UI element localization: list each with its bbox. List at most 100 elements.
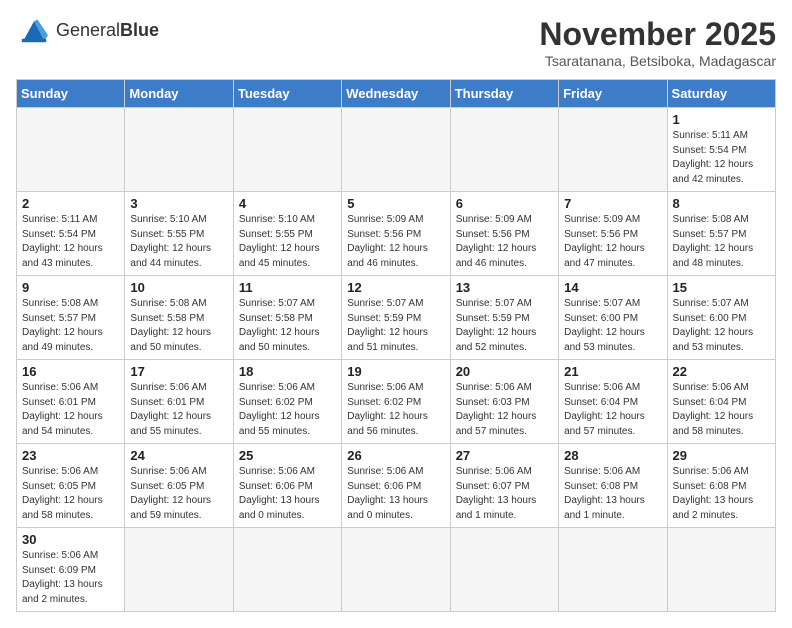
calendar-week-row: 1 Sunrise: 5:11 AM Sunset: 5:54 PM Daylig… bbox=[17, 108, 776, 192]
day-number: 15 bbox=[673, 280, 770, 295]
day-number: 1 bbox=[673, 112, 770, 127]
day-number: 23 bbox=[22, 448, 119, 463]
day-info: Sunrise: 5:06 AM Sunset: 6:08 PM Dayligh… bbox=[564, 465, 661, 523]
calendar-day-cell bbox=[559, 528, 667, 612]
day-info: Sunrise: 5:10 AM Sunset: 5:55 PM Dayligh… bbox=[239, 213, 336, 271]
day-info: Sunrise: 5:06 AM Sunset: 6:02 PM Dayligh… bbox=[239, 381, 336, 439]
logo-text: GeneralBlue bbox=[56, 20, 159, 41]
day-info: Sunrise: 5:10 AM Sunset: 5:55 PM Dayligh… bbox=[130, 213, 227, 271]
day-info: Sunrise: 5:07 AM Sunset: 6:00 PM Dayligh… bbox=[673, 297, 770, 355]
calendar-day-cell: 6 Sunrise: 5:09 AM Sunset: 5:56 PM Daylig… bbox=[450, 192, 558, 276]
location: Tsaratanana, Betsiboka, Madagascar bbox=[539, 53, 776, 69]
day-number: 25 bbox=[239, 448, 336, 463]
calendar-header-row: SundayMondayTuesdayWednesdayThursdayFrid… bbox=[17, 80, 776, 108]
calendar-day-cell: 22 Sunrise: 5:06 AM Sunset: 6:04 PM Dayli… bbox=[667, 360, 775, 444]
calendar-table: SundayMondayTuesdayWednesdayThursdayFrid… bbox=[16, 79, 776, 612]
day-number: 3 bbox=[130, 196, 227, 211]
day-info: Sunrise: 5:06 AM Sunset: 6:05 PM Dayligh… bbox=[130, 465, 227, 523]
calendar-day-cell bbox=[125, 108, 233, 192]
calendar-day-cell: 5 Sunrise: 5:09 AM Sunset: 5:56 PM Daylig… bbox=[342, 192, 450, 276]
calendar-day-cell: 12 Sunrise: 5:07 AM Sunset: 5:59 PM Dayli… bbox=[342, 276, 450, 360]
calendar-day-header: Monday bbox=[125, 80, 233, 108]
day-info: Sunrise: 5:08 AM Sunset: 5:57 PM Dayligh… bbox=[673, 213, 770, 271]
calendar-day-cell bbox=[125, 528, 233, 612]
calendar-day-cell: 21 Sunrise: 5:06 AM Sunset: 6:04 PM Dayli… bbox=[559, 360, 667, 444]
calendar-day-cell: 7Sunrise: 5:09 AM Sunset: 5:56 PM Daylig… bbox=[559, 192, 667, 276]
day-number: 4 bbox=[239, 196, 336, 211]
day-info: Sunrise: 5:08 AM Sunset: 5:58 PM Dayligh… bbox=[130, 297, 227, 355]
day-info: Sunrise: 5:11 AM Sunset: 5:54 PM Dayligh… bbox=[22, 213, 119, 271]
calendar-day-cell: 15 Sunrise: 5:07 AM Sunset: 6:00 PM Dayli… bbox=[667, 276, 775, 360]
calendar-day-cell: 28Sunrise: 5:06 AM Sunset: 6:08 PM Dayli… bbox=[559, 444, 667, 528]
calendar-day-cell bbox=[342, 108, 450, 192]
day-number: 9 bbox=[22, 280, 119, 295]
calendar-day-cell: 14Sunrise: 5:07 AM Sunset: 6:00 PM Dayli… bbox=[559, 276, 667, 360]
day-number: 8 bbox=[673, 196, 770, 211]
calendar-week-row: 30 Sunrise: 5:06 AM Sunset: 6:09 PM Dayli… bbox=[17, 528, 776, 612]
day-number: 20 bbox=[456, 364, 553, 379]
calendar-day-cell: 29Sunrise: 5:06 AM Sunset: 6:08 PM Dayli… bbox=[667, 444, 775, 528]
day-info: Sunrise: 5:09 AM Sunset: 5:56 PM Dayligh… bbox=[347, 213, 444, 271]
day-number: 21 bbox=[564, 364, 661, 379]
day-number: 6 bbox=[456, 196, 553, 211]
calendar-day-cell: 17 Sunrise: 5:06 AM Sunset: 6:01 PM Dayli… bbox=[125, 360, 233, 444]
day-number: 19 bbox=[347, 364, 444, 379]
day-info: Sunrise: 5:09 AM Sunset: 5:56 PM Dayligh… bbox=[564, 213, 661, 271]
day-number: 30 bbox=[22, 532, 119, 547]
calendar-day-cell: 30 Sunrise: 5:06 AM Sunset: 6:09 PM Dayli… bbox=[17, 528, 125, 612]
day-info: Sunrise: 5:06 AM Sunset: 6:03 PM Dayligh… bbox=[456, 381, 553, 439]
calendar-day-cell: 24 Sunrise: 5:06 AM Sunset: 6:05 PM Dayli… bbox=[125, 444, 233, 528]
day-number: 18 bbox=[239, 364, 336, 379]
day-number: 2 bbox=[22, 196, 119, 211]
page-header: GeneralBlue November 2025 Tsaratanana, B… bbox=[16, 16, 776, 69]
calendar-day-cell bbox=[17, 108, 125, 192]
calendar-day-cell: 10 Sunrise: 5:08 AM Sunset: 5:58 PM Dayli… bbox=[125, 276, 233, 360]
calendar-week-row: 2 Sunrise: 5:11 AM Sunset: 5:54 PM Daylig… bbox=[17, 192, 776, 276]
day-info: Sunrise: 5:06 AM Sunset: 6:06 PM Dayligh… bbox=[239, 465, 336, 523]
calendar-day-cell: 26 Sunrise: 5:06 AM Sunset: 6:06 PM Dayli… bbox=[342, 444, 450, 528]
day-number: 22 bbox=[673, 364, 770, 379]
calendar-day-cell bbox=[233, 108, 341, 192]
day-number: 27 bbox=[456, 448, 553, 463]
day-info: Sunrise: 5:06 AM Sunset: 6:08 PM Dayligh… bbox=[673, 465, 770, 523]
calendar-day-cell bbox=[450, 108, 558, 192]
calendar-day-cell bbox=[233, 528, 341, 612]
day-number: 12 bbox=[347, 280, 444, 295]
calendar-day-header: Thursday bbox=[450, 80, 558, 108]
day-number: 17 bbox=[130, 364, 227, 379]
day-info: Sunrise: 5:06 AM Sunset: 6:04 PM Dayligh… bbox=[673, 381, 770, 439]
day-info: Sunrise: 5:06 AM Sunset: 6:05 PM Dayligh… bbox=[22, 465, 119, 523]
calendar-day-header: Wednesday bbox=[342, 80, 450, 108]
day-info: Sunrise: 5:07 AM Sunset: 5:59 PM Dayligh… bbox=[347, 297, 444, 355]
day-info: Sunrise: 5:11 AM Sunset: 5:54 PM Dayligh… bbox=[673, 129, 770, 187]
calendar-day-cell: 1 Sunrise: 5:11 AM Sunset: 5:54 PM Daylig… bbox=[667, 108, 775, 192]
day-number: 26 bbox=[347, 448, 444, 463]
calendar-day-cell: 27 Sunrise: 5:06 AM Sunset: 6:07 PM Dayli… bbox=[450, 444, 558, 528]
calendar-day-cell: 4 Sunrise: 5:10 AM Sunset: 5:55 PM Daylig… bbox=[233, 192, 341, 276]
day-number: 5 bbox=[347, 196, 444, 211]
calendar-week-row: 23 Sunrise: 5:06 AM Sunset: 6:05 PM Dayli… bbox=[17, 444, 776, 528]
day-info: Sunrise: 5:06 AM Sunset: 6:09 PM Dayligh… bbox=[22, 549, 119, 607]
day-info: Sunrise: 5:07 AM Sunset: 5:59 PM Dayligh… bbox=[456, 297, 553, 355]
day-info: Sunrise: 5:06 AM Sunset: 6:04 PM Dayligh… bbox=[564, 381, 661, 439]
day-info: Sunrise: 5:09 AM Sunset: 5:56 PM Dayligh… bbox=[456, 213, 553, 271]
calendar-day-header: Sunday bbox=[17, 80, 125, 108]
calendar-day-cell bbox=[450, 528, 558, 612]
day-info: Sunrise: 5:06 AM Sunset: 6:07 PM Dayligh… bbox=[456, 465, 553, 523]
calendar-day-header: Saturday bbox=[667, 80, 775, 108]
calendar-day-cell: 2 Sunrise: 5:11 AM Sunset: 5:54 PM Daylig… bbox=[17, 192, 125, 276]
day-number: 10 bbox=[130, 280, 227, 295]
month-title: November 2025 bbox=[539, 16, 776, 53]
calendar-day-cell: 19 Sunrise: 5:06 AM Sunset: 6:02 PM Dayli… bbox=[342, 360, 450, 444]
day-info: Sunrise: 5:08 AM Sunset: 5:57 PM Dayligh… bbox=[22, 297, 119, 355]
title-block: November 2025 Tsaratanana, Betsiboka, Ma… bbox=[539, 16, 776, 69]
calendar-week-row: 9 Sunrise: 5:08 AM Sunset: 5:57 PM Daylig… bbox=[17, 276, 776, 360]
day-info: Sunrise: 5:06 AM Sunset: 6:01 PM Dayligh… bbox=[130, 381, 227, 439]
calendar-day-header: Friday bbox=[559, 80, 667, 108]
day-number: 24 bbox=[130, 448, 227, 463]
day-info: Sunrise: 5:06 AM Sunset: 6:06 PM Dayligh… bbox=[347, 465, 444, 523]
day-info: Sunrise: 5:06 AM Sunset: 6:02 PM Dayligh… bbox=[347, 381, 444, 439]
calendar-day-cell: 20 Sunrise: 5:06 AM Sunset: 6:03 PM Dayli… bbox=[450, 360, 558, 444]
calendar-week-row: 16 Sunrise: 5:06 AM Sunset: 6:01 PM Dayli… bbox=[17, 360, 776, 444]
day-number: 16 bbox=[22, 364, 119, 379]
